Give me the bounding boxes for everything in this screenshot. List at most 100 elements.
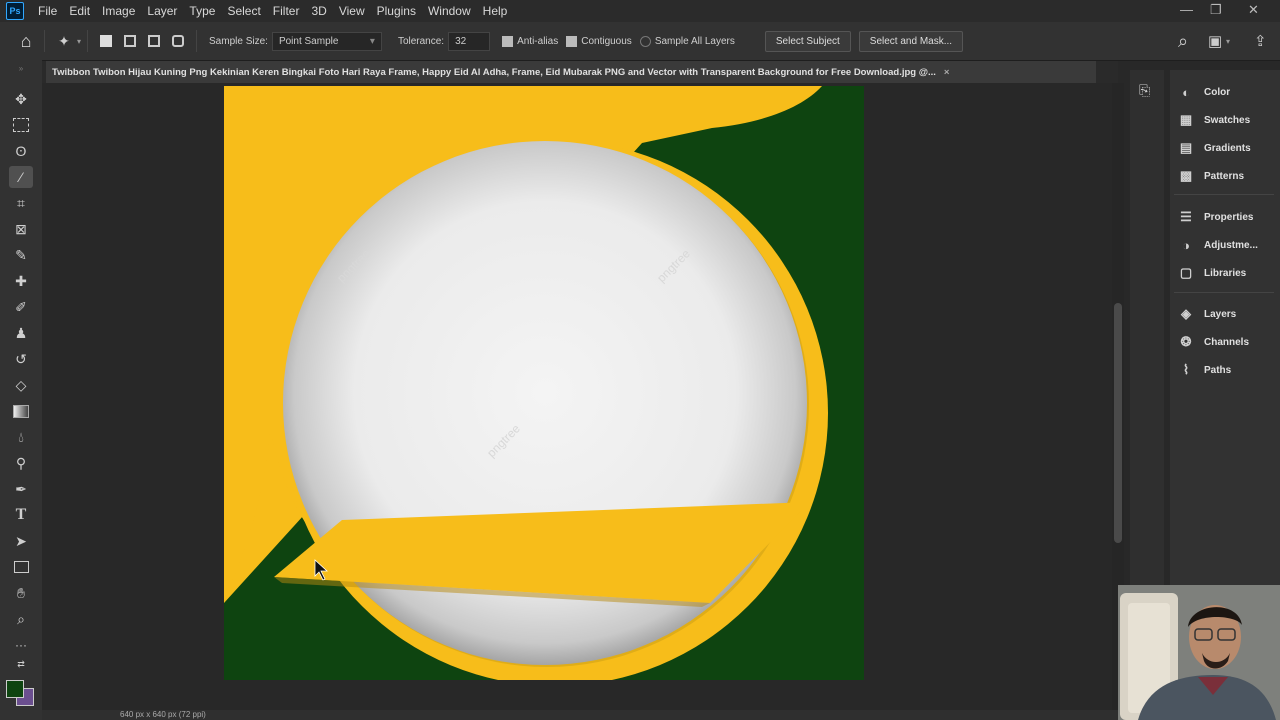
history-panel-icon[interactable]: ⎘ [1139, 82, 1150, 99]
contiguous-checkbox[interactable] [566, 35, 578, 47]
toolbar-collapse-icon[interactable]: » [9, 64, 33, 73]
patterns-icon: ▩ [1179, 168, 1193, 183]
panel-label: Layers [1204, 308, 1237, 320]
workspace-icon[interactable]: ▣ [1208, 32, 1222, 50]
panel-label: Gradients [1204, 142, 1251, 154]
swatches-icon: ▦ [1179, 112, 1193, 127]
panel-patterns[interactable]: ▩ Patterns [1178, 166, 1244, 186]
menu-plugins[interactable]: Plugins [371, 4, 422, 18]
type-tool-icon[interactable]: T [9, 504, 33, 526]
color-icon: ◐ [1182, 84, 1190, 100]
menu-help[interactable]: Help [477, 4, 514, 18]
edit-toolbar-icon[interactable]: ··· [9, 634, 33, 656]
restore-button[interactable]: ❐ [1210, 2, 1222, 18]
antialias-option[interactable]: Anti-alias [502, 35, 558, 47]
rectangle-tool-icon[interactable] [9, 556, 33, 578]
chevron-down-icon: ▾ [369, 35, 375, 47]
presenter-video [1118, 585, 1280, 720]
panel-swatches[interactable]: ▦ Swatches [1178, 110, 1250, 130]
menu-view[interactable]: View [333, 4, 371, 18]
document-canvas[interactable]: pngtree pngtree pngtree [42, 83, 1112, 710]
close-window-button[interactable]: ✕ [1248, 2, 1259, 18]
menu-edit[interactable]: Edit [63, 4, 96, 18]
sample-size-label: Sample Size: [209, 35, 268, 47]
panel-adjustments[interactable]: ◑ Adjustme... [1178, 235, 1258, 255]
gradient-tool-icon[interactable] [9, 400, 33, 422]
select-and-mask-button[interactable]: Select and Mask... [858, 30, 964, 52]
menu-3d[interactable]: 3D [305, 4, 332, 18]
sample-all-layers-option[interactable]: Sample All Layers [639, 35, 735, 47]
contiguous-option[interactable]: Contiguous [566, 35, 632, 47]
search-icon[interactable]: ⌕ [1178, 31, 1188, 52]
close-tab-icon[interactable]: × [944, 67, 950, 78]
paths-icon: ⌇ [1182, 362, 1190, 377]
menu-type[interactable]: Type [183, 4, 221, 18]
pen-tool-icon[interactable]: ✒ [9, 478, 33, 500]
panel-color[interactable]: ◐ Color [1178, 82, 1230, 102]
document-tab[interactable]: Twibbon Twibon Hijau Kuning Png Kekinian… [46, 61, 1096, 83]
magic-wand-tool-icon[interactable]: ✦ [51, 33, 77, 50]
healing-brush-tool-icon[interactable]: ✚ [9, 270, 33, 292]
panel-label: Paths [1204, 364, 1232, 376]
tolerance-input[interactable]: 32 [448, 31, 491, 51]
document-tab-title: Twibbon Twibon Hijau Kuning Png Kekinian… [52, 66, 936, 78]
dodge-tool-icon[interactable]: ⚲ [9, 452, 33, 474]
magic-wand-tool-icon[interactable]: ⁄ [9, 166, 33, 188]
add-selection-icon[interactable] [124, 35, 137, 47]
select-subject-button[interactable]: Select Subject [764, 30, 851, 52]
panel-libraries[interactable]: ▢ Libraries [1178, 263, 1246, 283]
panel-properties[interactable]: ☰ Properties [1178, 207, 1253, 227]
divider [1174, 194, 1274, 195]
sample-all-layers-checkbox[interactable] [639, 35, 651, 47]
panel-paths[interactable]: ⌇ Paths [1178, 360, 1231, 380]
menu-select[interactable]: Select [221, 4, 266, 18]
hand-tool-icon[interactable]: ✋︎ [9, 582, 33, 604]
status-bar: 640 px x 640 px (72 ppi) [42, 710, 1118, 720]
panel-label: Color [1204, 86, 1231, 98]
sample-size-select[interactable]: Point Sample ▾ [271, 31, 382, 51]
gradients-icon: ▤ [1179, 140, 1193, 155]
scrollbar-thumb[interactable] [1114, 303, 1122, 543]
minimize-button[interactable]: — [1180, 2, 1193, 17]
eyedropper-tool-icon[interactable]: ✎ [9, 244, 33, 266]
frame-tool-icon[interactable]: ⊠ [9, 218, 33, 240]
history-brush-tool-icon[interactable]: ↺ [9, 348, 33, 370]
canvas-area[interactable]: pngtree pngtree pngtree [42, 83, 1112, 710]
zoom-tool-icon[interactable]: ⌕ [9, 608, 33, 630]
eraser-tool-icon[interactable]: ◇ [9, 374, 33, 396]
divider [44, 30, 45, 52]
path-selection-tool-icon[interactable]: ➤ [9, 530, 33, 552]
webcam-overlay [1118, 585, 1280, 720]
workspace-chevron-icon[interactable]: ▾ [1226, 37, 1230, 46]
panel-channels[interactable]: ❂ Channels [1178, 332, 1249, 352]
lasso-tool-icon[interactable]: ʘ [9, 140, 33, 162]
panel-layers[interactable]: ◈ Layers [1178, 304, 1236, 324]
menu-file[interactable]: File [32, 4, 63, 18]
document-size-info: 640 px x 640 px (72 ppi) [120, 710, 206, 719]
new-selection-icon[interactable] [100, 35, 113, 47]
panel-gradients[interactable]: ▤ Gradients [1178, 138, 1251, 158]
panel-label: Patterns [1204, 170, 1245, 182]
menu-window[interactable]: Window [422, 4, 477, 18]
marquee-tool-icon[interactable] [9, 114, 33, 136]
intersect-selection-icon[interactable] [172, 35, 185, 47]
blur-tool-icon[interactable]: 💧︎ [9, 426, 33, 448]
clone-stamp-tool-icon[interactable]: ♟ [9, 322, 33, 344]
antialias-checkbox[interactable] [502, 35, 514, 47]
subtract-selection-icon[interactable] [148, 35, 161, 47]
tool-preset-chevron-icon[interactable]: ▾ [77, 37, 81, 46]
menu-image[interactable]: Image [96, 4, 141, 18]
divider [1174, 292, 1274, 293]
share-icon[interactable]: ⇪ [1254, 32, 1267, 50]
move-tool-icon[interactable]: ✥ [9, 88, 33, 110]
adjustments-icon: ◑ [1182, 237, 1190, 253]
brush-tool-icon[interactable]: ✐ [9, 296, 33, 318]
home-icon[interactable]: ⌂ [14, 31, 38, 52]
foreground-color-swatch[interactable] [6, 680, 24, 698]
menu-filter[interactable]: Filter [267, 4, 306, 18]
libraries-icon: ▢ [1179, 265, 1193, 280]
swap-colors-icon[interactable]: ⇄ [9, 658, 33, 670]
options-bar: ⌂ ✦ ▾ Sample Size: Point Sample ▾ Toleran… [0, 22, 1280, 61]
menu-layer[interactable]: Layer [141, 4, 183, 18]
crop-tool-icon[interactable]: ⌗ [9, 192, 33, 214]
